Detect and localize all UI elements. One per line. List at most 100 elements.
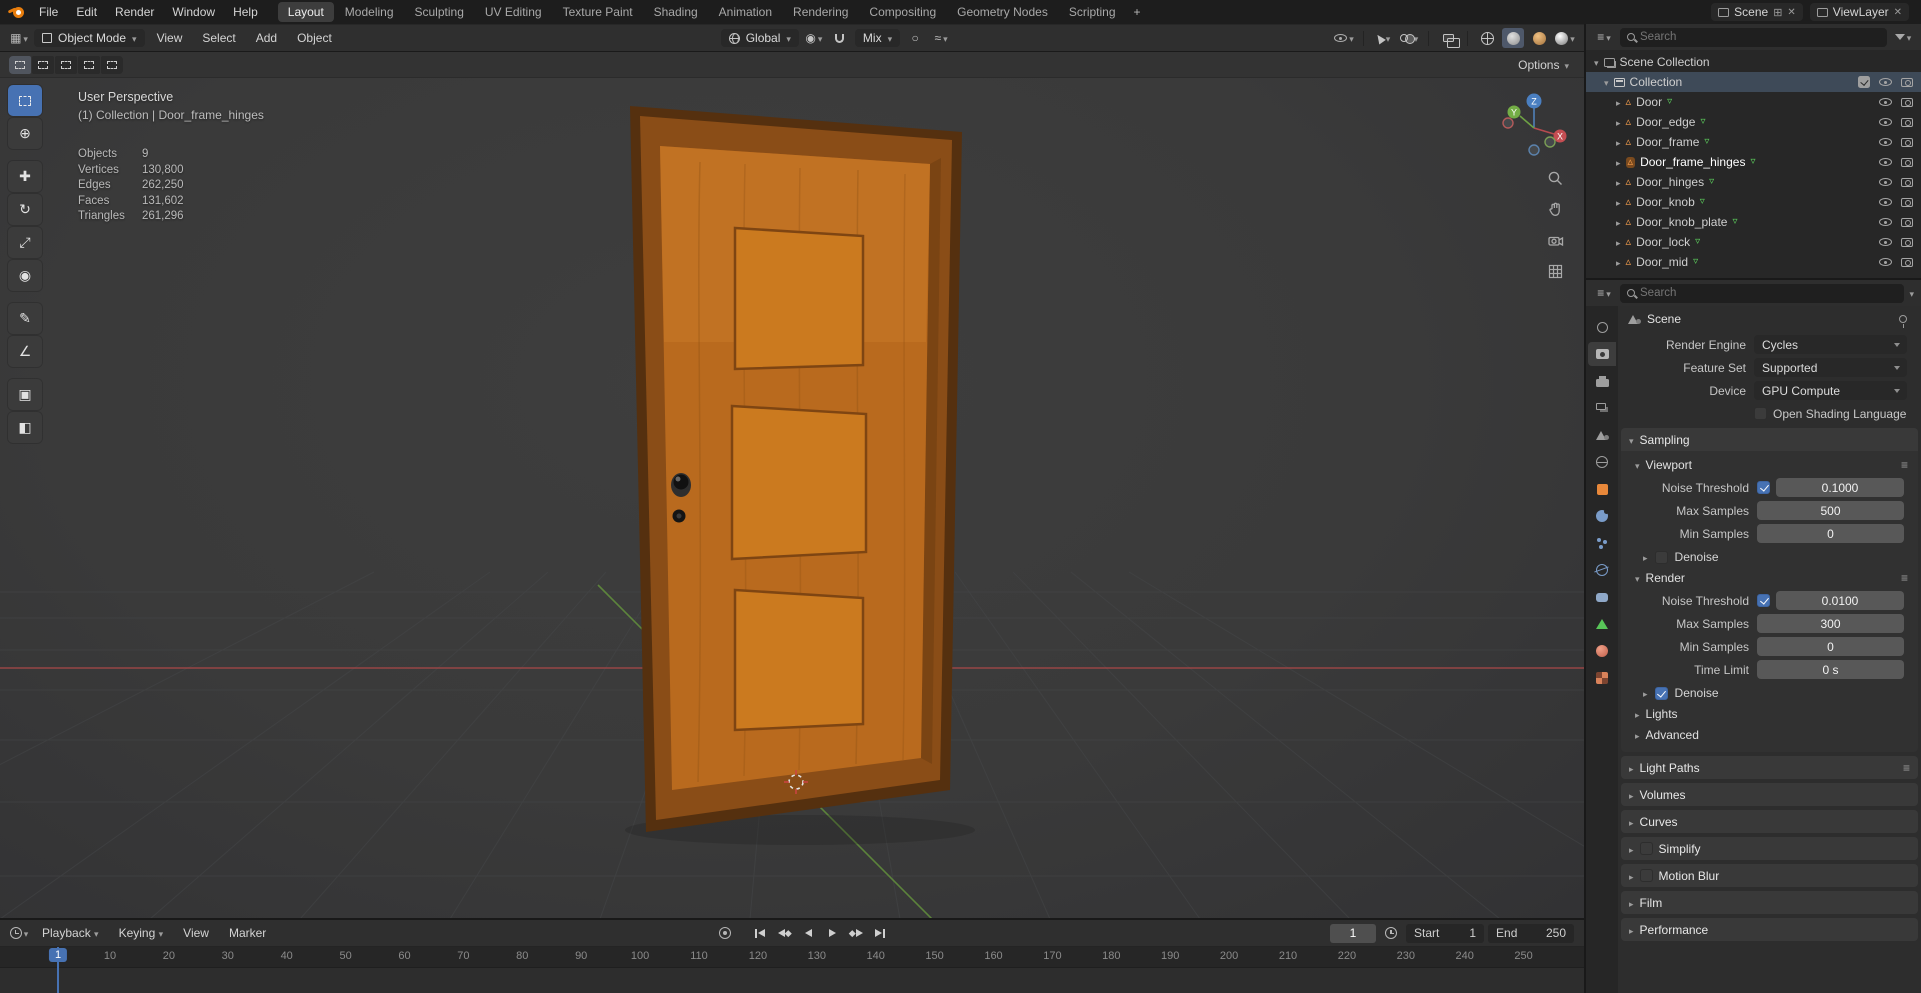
timeline-body[interactable]: 10 20 30 40 50 60 70 80 90 100 110 120 130 140 150 160 1… bbox=[0, 947, 1584, 993]
outliner-row-object[interactable]: Door_hinges bbox=[1586, 172, 1921, 192]
properties-search-input[interactable] bbox=[1640, 287, 1898, 299]
scene-selector[interactable]: Scene ⊞ ✕ bbox=[1711, 3, 1803, 21]
tab-render-properties[interactable] bbox=[1588, 342, 1616, 366]
tool-cursor[interactable]: ⊕ bbox=[8, 118, 42, 149]
object-name[interactable]: Door_frame bbox=[1636, 135, 1699, 149]
tab-particle-properties[interactable] bbox=[1588, 531, 1616, 555]
select-mode-intersect-button[interactable] bbox=[101, 55, 123, 74]
simplify-checkbox[interactable] bbox=[1639, 842, 1653, 855]
render-denoise-checkbox[interactable] bbox=[1654, 686, 1668, 700]
auto-keying-toggle[interactable] bbox=[714, 923, 736, 943]
device-dropdown[interactable]: GPU Compute bbox=[1754, 381, 1907, 400]
osl-checkbox[interactable] bbox=[1754, 407, 1767, 420]
transform-orientation-dropdown[interactable]: Global bbox=[720, 29, 799, 47]
play-reverse-button[interactable] bbox=[798, 924, 819, 942]
remove-view-layer-icon[interactable]: ✕ bbox=[1894, 7, 1902, 18]
render-time-limit-field[interactable]: 0 s bbox=[1757, 660, 1904, 679]
toggle-ortho-grid-icon[interactable] bbox=[1547, 263, 1564, 280]
tool-interactive-add[interactable]: ◧ bbox=[8, 412, 42, 443]
subpanel-viewport-header[interactable]: Viewport bbox=[1621, 454, 1918, 475]
preset-menu-icon[interactable] bbox=[1903, 761, 1910, 775]
shading-material-button[interactable] bbox=[1528, 28, 1550, 48]
preset-menu-icon[interactable] bbox=[1901, 458, 1908, 472]
outliner-row-object[interactable]: Door_edge bbox=[1586, 112, 1921, 132]
menu-marker[interactable]: Marker bbox=[221, 924, 274, 942]
render-engine-dropdown[interactable]: Cycles bbox=[1754, 335, 1907, 354]
tab-rendering[interactable]: Rendering bbox=[783, 2, 858, 22]
shading-solid-button[interactable] bbox=[1502, 28, 1525, 48]
hide-in-viewport-icon[interactable] bbox=[1879, 258, 1892, 266]
outliner-row-collection[interactable]: Collection bbox=[1586, 72, 1921, 92]
outliner-row-object-active[interactable]: Door_frame_hinges bbox=[1586, 152, 1921, 172]
tab-object-properties[interactable] bbox=[1588, 477, 1616, 501]
select-mode-invert-button[interactable] bbox=[78, 55, 100, 74]
viewport-min-samples-field[interactable]: 0 bbox=[1757, 524, 1904, 543]
menu-help[interactable]: Help bbox=[225, 3, 266, 21]
hide-in-viewport-icon[interactable] bbox=[1879, 158, 1892, 166]
object-name[interactable]: Door_hinges bbox=[1636, 175, 1704, 189]
current-frame-field[interactable]: 1 bbox=[1330, 923, 1377, 943]
menu-view[interactable]: View bbox=[149, 29, 191, 47]
outliner-row-object[interactable]: Door_knob_plate bbox=[1586, 212, 1921, 232]
disable-in-render-icon[interactable] bbox=[1901, 157, 1913, 167]
tool-scale[interactable]: ⤢ bbox=[8, 227, 42, 258]
collapse-icon[interactable] bbox=[1594, 55, 1599, 69]
panel-volumes[interactable]: Volumes bbox=[1621, 783, 1918, 806]
pin-icon[interactable] bbox=[1899, 315, 1907, 328]
outliner-row-object[interactable]: Door_lock bbox=[1586, 232, 1921, 252]
frame-end-field[interactable]: End 250 bbox=[1488, 923, 1575, 943]
next-keyframe-button[interactable] bbox=[846, 924, 867, 942]
prev-keyframe-button[interactable] bbox=[774, 924, 795, 942]
expand-icon[interactable] bbox=[1616, 95, 1621, 109]
timeline-channel-area[interactable] bbox=[0, 968, 1584, 993]
hide-in-viewport-icon[interactable] bbox=[1879, 198, 1892, 206]
tab-scene-properties[interactable] bbox=[1588, 423, 1616, 447]
menu-window[interactable]: Window bbox=[164, 3, 223, 21]
select-mode-subtract-button[interactable] bbox=[55, 55, 77, 74]
tab-compositing[interactable]: Compositing bbox=[859, 2, 946, 22]
feature-set-dropdown[interactable]: Supported bbox=[1754, 358, 1907, 377]
hide-in-viewport-icon[interactable] bbox=[1879, 118, 1892, 126]
hide-in-viewport-icon[interactable] bbox=[1879, 78, 1892, 86]
preset-menu-icon[interactable] bbox=[1901, 571, 1908, 585]
object-name[interactable]: Door_edge bbox=[1636, 115, 1695, 129]
menu-edit[interactable]: Edit bbox=[68, 3, 105, 21]
render-min-samples-field[interactable]: 0 bbox=[1757, 637, 1904, 656]
panel-curves[interactable]: Curves bbox=[1621, 810, 1918, 833]
expand-icon[interactable] bbox=[1616, 255, 1621, 269]
tool-select-box[interactable] bbox=[8, 85, 42, 116]
menu-select[interactable]: Select bbox=[194, 29, 243, 47]
hide-in-viewport-icon[interactable] bbox=[1879, 138, 1892, 146]
panel-performance[interactable]: Performance bbox=[1621, 918, 1918, 941]
editor-type-outliner-icon[interactable]: ≡ bbox=[1593, 27, 1615, 47]
render-noise-threshold-field[interactable]: 0.0100 bbox=[1776, 591, 1904, 610]
viewport-max-samples-field[interactable]: 500 bbox=[1757, 501, 1904, 520]
panel-simplify[interactable]: Simplify bbox=[1621, 837, 1918, 860]
collection-label[interactable]: Collection bbox=[1630, 75, 1683, 89]
zoom-icon[interactable] bbox=[1547, 170, 1564, 187]
render-max-samples-field[interactable]: 300 bbox=[1757, 614, 1904, 633]
tab-world-properties[interactable] bbox=[1588, 450, 1616, 474]
disable-in-render-icon[interactable] bbox=[1901, 177, 1913, 187]
subpanel-lights[interactable]: Lights bbox=[1621, 703, 1918, 724]
shading-rendered-button[interactable] bbox=[1554, 28, 1576, 48]
tab-modeling[interactable]: Modeling bbox=[335, 2, 404, 22]
hide-in-viewport-icon[interactable] bbox=[1879, 218, 1892, 226]
tab-scripting[interactable]: Scripting bbox=[1059, 2, 1126, 22]
shading-wireframe-button[interactable] bbox=[1476, 28, 1498, 48]
blender-logo-icon[interactable] bbox=[7, 5, 24, 20]
proportional-editing-toggle[interactable]: ○ bbox=[904, 28, 926, 48]
frame-start-field[interactable]: Start 1 bbox=[1406, 923, 1485, 943]
scene-collection-label[interactable]: Scene Collection bbox=[1620, 55, 1710, 69]
tab-view-layer-properties[interactable] bbox=[1588, 396, 1616, 420]
properties-search[interactable] bbox=[1620, 283, 1905, 303]
panel-motion-blur[interactable]: Motion Blur bbox=[1621, 864, 1918, 887]
menu-file[interactable]: File bbox=[31, 3, 66, 21]
tab-modifier-properties[interactable] bbox=[1588, 504, 1616, 528]
tab-uv-editing[interactable]: UV Editing bbox=[475, 2, 552, 22]
tab-layout[interactable]: Layout bbox=[277, 2, 334, 22]
options-dropdown[interactable]: Options bbox=[1512, 56, 1575, 74]
toggle-xray-button[interactable] bbox=[1437, 28, 1460, 48]
menu-playback[interactable]: Playback bbox=[34, 924, 107, 942]
camera-view-icon[interactable] bbox=[1547, 232, 1564, 249]
